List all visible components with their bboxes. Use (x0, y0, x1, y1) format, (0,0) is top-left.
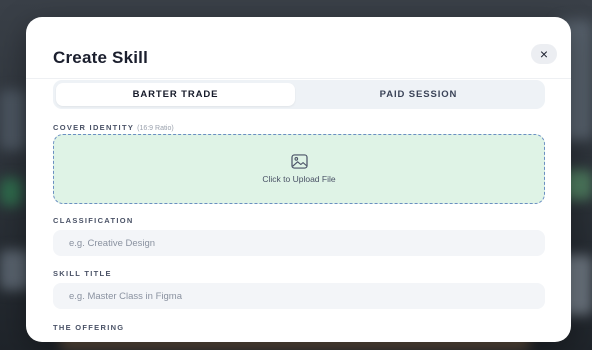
offering-label: THE OFFERING (53, 323, 125, 332)
skill-title-input[interactable] (53, 283, 545, 309)
create-skill-modal: Create Skill × BARTER TRADE PAID SESSION… (26, 17, 571, 342)
cover-identity-label: COVER IDENTITY (16:9 Ratio) (53, 123, 174, 132)
session-type-tabs: BARTER TRADE PAID SESSION (53, 80, 545, 109)
cover-identity-label-text: COVER IDENTITY (53, 123, 135, 132)
image-icon (290, 154, 308, 169)
background-shape (0, 178, 22, 206)
classification-input[interactable] (53, 230, 545, 256)
close-icon: × (539, 46, 549, 62)
background-shape (0, 90, 26, 150)
skill-title-label: SKILL TITLE (53, 269, 112, 278)
classification-label: CLASSIFICATION (53, 216, 134, 225)
cover-upload-dropzone[interactable]: Click to Upload File (53, 134, 545, 204)
tab-barter-trade[interactable]: BARTER TRADE (56, 83, 295, 106)
cover-ratio-hint: (16:9 Ratio) (137, 125, 174, 132)
upload-label: Click to Upload File (262, 174, 336, 184)
tab-paid-session[interactable]: PAID SESSION (295, 83, 542, 106)
modal-title: Create Skill (53, 48, 149, 67)
close-button[interactable]: × (531, 44, 557, 64)
header-divider (26, 78, 571, 79)
